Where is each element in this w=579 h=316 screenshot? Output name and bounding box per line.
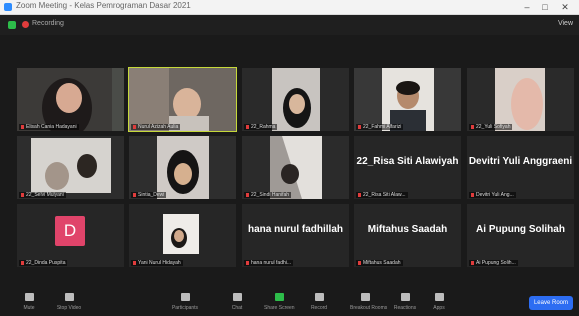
minimize-button[interactable]: – [520,0,534,14]
muted-mic-icon [471,192,474,197]
participant-video [129,68,236,131]
muted-mic-icon [358,124,361,129]
participant-tile[interactable]: 22_Rahma [242,68,349,131]
muted-mic-icon [246,124,249,129]
avatar: D [55,216,85,246]
participant-tile[interactable]: 22_Fahmi Alfarizi [354,68,461,131]
participant-tile[interactable]: 22_Risa Siti Alawiyah 22_Risa Siti Alaw.… [354,136,461,199]
muted-mic-icon [246,260,249,265]
participant-tile[interactable]: 22_Selvi Mulyani [17,136,124,199]
participant-tile[interactable]: Miftahus Saadah Miftahus Saadah [354,204,461,267]
participant-name: 22_Rahma [244,124,278,130]
mute-button[interactable]: Mute [14,293,44,311]
participant-name: hana nurul fadhi... [244,260,294,266]
muted-mic-icon [471,260,474,265]
reactions-button[interactable]: Reactions [390,293,420,311]
participant-name: Ai Pupung Solih... [469,260,518,266]
participant-video [242,68,349,131]
participant-video [467,68,574,131]
participant-tile[interactable]: Elisah Cania Hadayani [17,68,124,131]
participant-name: Sintia_Dewi [131,192,167,198]
participant-name: 22_Dinda Puspita [19,260,68,266]
participant-tile[interactable]: Sintia_Dewi [129,136,236,199]
record-button[interactable]: Record [304,293,334,311]
breakout-rooms-button[interactable]: Breakout Rooms [350,293,387,311]
participant-name: Nurul Azizah Aulia [131,124,181,130]
muted-mic-icon [133,260,136,265]
participant-tile[interactable]: Yani Nurul Hidayah [129,204,236,267]
reactions-icon [400,293,410,301]
participant-display-name: hana nurul fadhillah [247,224,343,235]
muted-mic-icon [358,260,361,265]
window-title: Zoom Meeting - Kelas Pemrograman Dasar 2… [16,1,191,10]
muted-mic-icon [21,192,24,197]
muted-mic-icon [246,192,249,197]
participant-tile[interactable]: D 22_Dinda Puspita [17,204,124,267]
participant-name: Miftahus Saadah [356,260,403,266]
participants-button[interactable]: Participants [170,293,200,311]
participant-display-name: 22_Risa Siti Alawiyah [356,156,459,167]
mic-icon [24,293,34,301]
video-icon [64,293,74,301]
participant-display-name: Miftahus Saadah [367,224,448,235]
participant-tile[interactable]: 22_Yuli Sofiyah [467,68,574,131]
chat-icon [232,293,242,301]
participant-video [17,68,124,131]
share-screen-button[interactable]: Share Screen [264,293,295,311]
participant-tile[interactable]: Devitri Yuli Anggraeni Devitri Yuli Ang.… [467,136,574,199]
close-button[interactable]: ✕ [558,0,572,14]
participants-icon [180,293,190,301]
zoom-app-icon [4,3,12,11]
muted-mic-icon [358,192,361,197]
maximize-button[interactable]: □ [538,0,552,14]
participant-name: 22_Sindi Hanifah [244,192,292,198]
apps-button[interactable]: Apps [424,293,454,311]
breakout-icon [360,293,370,301]
window-titlebar: Zoom Meeting - Kelas Pemrograman Dasar 2… [0,0,579,15]
apps-icon [434,293,444,301]
record-icon [314,293,324,301]
participant-name: 22_Selvi Mulyani [19,192,66,198]
meeting-toolbar: Mute Stop Video Participants Chat Share … [0,291,579,316]
participant-display-name: Ai Pupung Solihah [476,224,565,235]
participant-name: 22_Yuli Sofiyah [469,124,513,130]
leave-room-button[interactable]: Leave Room [528,296,573,310]
participant-tile[interactable]: 22_Sindi Hanifah [242,136,349,199]
encryption-shield-icon[interactable] [8,21,16,29]
participant-name: 22_Risa Siti Alaw... [356,192,408,198]
muted-mic-icon [21,260,24,265]
gallery-grid: Elisah Cania Hadayani Nurul Azizah Aulia… [17,67,577,270]
muted-mic-icon [133,124,136,129]
recording-icon [22,21,29,28]
view-button[interactable]: View [558,20,573,27]
meeting-info-bar: Recording View [0,15,579,35]
participant-tile[interactable]: hana nurul fadhillah hana nurul fadhi... [242,204,349,267]
muted-mic-icon [133,192,136,197]
participant-tile[interactable]: Ai Pupung Solihah Ai Pupung Solih... [467,204,574,267]
share-icon [274,293,284,301]
participant-video [354,68,461,131]
participant-display-name: Devitri Yuli Anggraeni [468,156,573,167]
participant-video [129,136,236,199]
participant-name: Devitri Yuli Ang... [469,192,516,198]
participant-name: Yani Nurul Hidayah [131,260,183,266]
participant-video [129,204,236,267]
chat-button[interactable]: Chat [222,293,252,311]
participant-video [242,136,349,199]
participant-video [17,136,124,199]
muted-mic-icon [471,124,474,129]
stop-video-button[interactable]: Stop Video [54,293,84,311]
recording-label: Recording [32,20,64,27]
participant-tile[interactable]: Nurul Azizah Aulia [128,67,237,132]
participant-name: Elisah Cania Hadayani [19,124,79,130]
participant-name: 22_Fahmi Alfarizi [356,124,404,130]
muted-mic-icon [21,124,24,129]
